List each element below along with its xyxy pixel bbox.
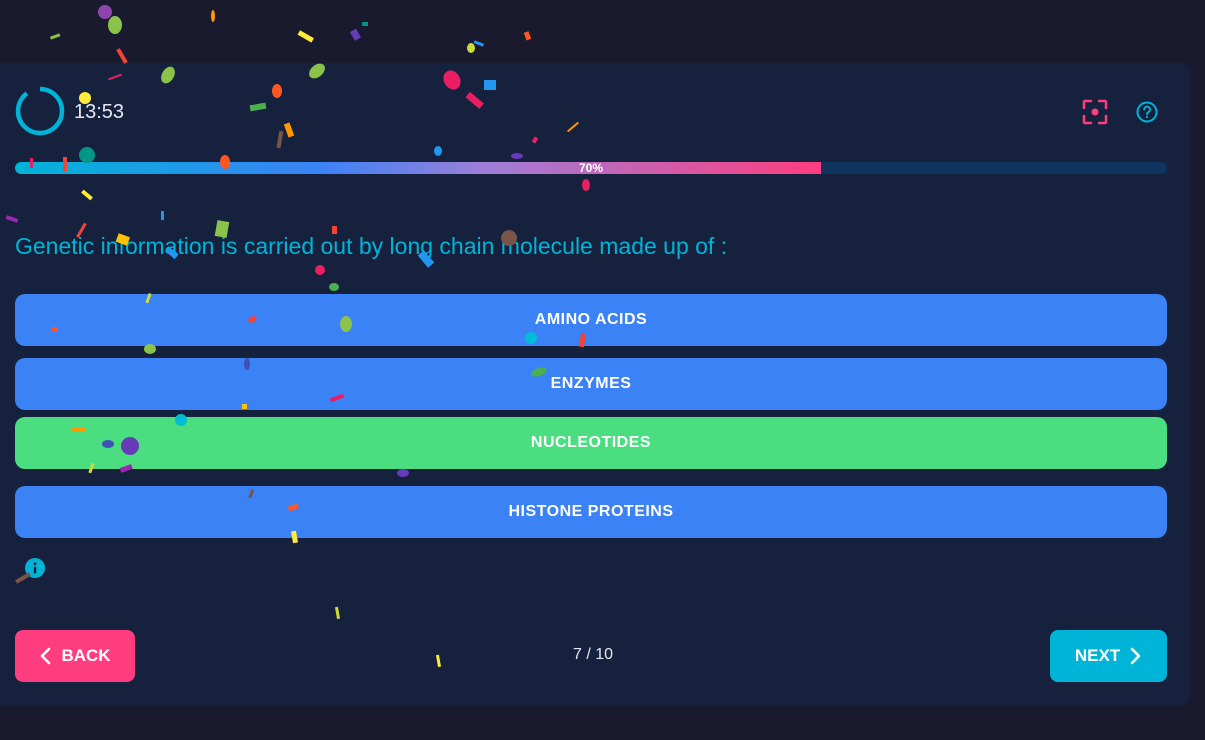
back-button[interactable]: BACK: [15, 630, 135, 682]
next-button[interactable]: NEXT: [1050, 630, 1167, 682]
timer-text: 13:53: [74, 101, 125, 123]
back-label: BACK: [61, 646, 111, 665]
focus-mode-button[interactable]: [1080, 97, 1110, 127]
info-icon[interactable]: [25, 558, 45, 578]
help-button[interactable]: [1132, 97, 1162, 127]
page-counter: 7 / 10: [572, 646, 614, 663]
focus-target-icon: [1082, 99, 1108, 125]
chevron-left-icon: [41, 647, 51, 665]
timer-ring-icon: [15, 86, 65, 136]
option-amino-acids[interactable]: AMINO ACIDS: [15, 294, 1167, 346]
progress-label: 70%: [578, 161, 604, 175]
help-circle-icon: [1136, 101, 1158, 123]
next-label: NEXT: [1074, 646, 1121, 665]
option-histone-proteins[interactable]: HISTONE PROTEINS: [15, 486, 1167, 538]
option-enzymes[interactable]: ENZYMES: [15, 358, 1167, 410]
option-nucleotides[interactable]: NUCLEOTIDES: [15, 417, 1167, 469]
chevron-right-icon: [1130, 647, 1141, 665]
question-text: Genetic information is carried out by lo…: [15, 233, 728, 259]
